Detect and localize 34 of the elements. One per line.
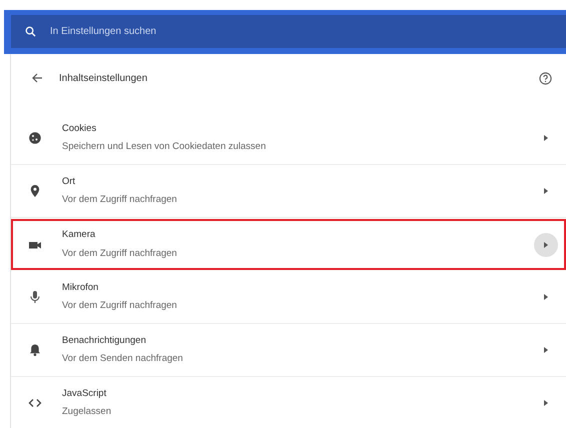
item-title: Kamera xyxy=(62,229,96,242)
caret-icon xyxy=(544,135,548,141)
settings-item[interactable]: Benachrichtigungen Vor dem Senden nachfragen xyxy=(11,324,566,377)
back-arrow-icon[interactable] xyxy=(31,72,43,84)
caret-icon xyxy=(544,294,548,300)
help-icon[interactable] xyxy=(539,72,552,84)
location-pin-icon xyxy=(28,184,42,198)
expand-arrow-button[interactable] xyxy=(534,232,558,256)
item-description: Speichern und Lesen von Cookiedaten zulassen xyxy=(62,141,267,154)
item-description: Zugelassen xyxy=(62,406,112,418)
settings-item[interactable]: JavaScript Zugelassen xyxy=(11,377,566,428)
settings-item[interactable]: Cookies Speichern und Lesen von Cookiedaten zulassen xyxy=(11,112,566,165)
search-bar[interactable]: In Einstellungen suchen xyxy=(11,15,566,48)
item-title: JavaScript xyxy=(62,388,108,400)
caret-icon xyxy=(544,188,548,194)
item-title: Cookies xyxy=(62,122,98,135)
item-title: Benachrichtigungen xyxy=(62,334,147,347)
item-title: Ort xyxy=(62,176,76,188)
item-description: Vor dem Zugriff nachfragen xyxy=(62,194,178,206)
item-description: Vor dem Zugriff nachfragen xyxy=(62,248,178,260)
page-title: Inhaltseinstellungen xyxy=(59,72,148,86)
item-description: Vor dem Zugriff nachfragen xyxy=(62,300,178,312)
microphone-icon xyxy=(28,290,42,304)
settings-item[interactable]: Kamera Vor dem Zugriff nachfragen xyxy=(11,219,566,270)
settings-item[interactable]: Ort Vor dem Zugriff nachfragen xyxy=(11,165,566,218)
cookie-icon xyxy=(28,131,42,145)
settings-item[interactable]: Mikrofon Vor dem Zugriff nachfragen xyxy=(11,271,566,324)
search-icon xyxy=(25,26,36,37)
caret-icon xyxy=(544,242,548,248)
caret-icon xyxy=(544,400,548,406)
item-title: Mikrofon xyxy=(62,282,100,294)
caret-icon xyxy=(544,347,548,353)
bell-icon xyxy=(28,343,42,357)
item-description: Vor dem Senden nachfragen xyxy=(62,353,184,366)
